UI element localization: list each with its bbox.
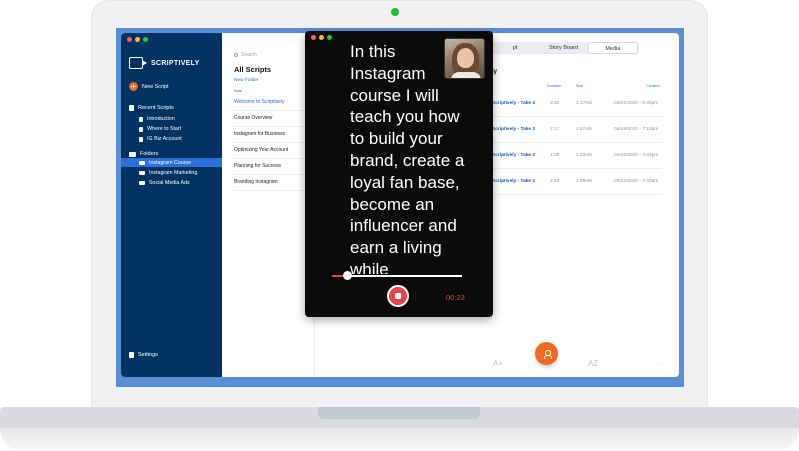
- scriptively-logo-icon: [129, 57, 147, 69]
- teleprompter-window-controls: [311, 35, 332, 40]
- recent-scripts-label: Recent Scripts: [138, 105, 174, 111]
- folder-icon: [129, 151, 136, 157]
- media-name: Scriptively - Take 3: [492, 127, 536, 132]
- recent-item-where-to-start[interactable]: Where to Start: [139, 126, 181, 132]
- media-name: Scriptively - Take 4: [492, 101, 536, 106]
- laptop-notch: [318, 407, 480, 419]
- folder-icon: [139, 171, 145, 175]
- media-size: 1.03mb: [576, 153, 592, 158]
- media-duration: 2:43: [550, 179, 560, 184]
- media-size: 1.89mb: [576, 179, 592, 184]
- recent-item-ig-biz-account[interactable]: IG Biz Account: [139, 136, 182, 142]
- new-folder-link[interactable]: New Folder: [234, 78, 259, 83]
- view-tabs: pt Story Board Media: [491, 42, 638, 54]
- media-created: 04/19/2020 - 7:12pm: [614, 127, 659, 132]
- folder-item-instagram-course[interactable]: Instagram Course: [139, 160, 191, 166]
- media-name: Scriptively - Take 1: [492, 179, 536, 184]
- document-icon: [139, 126, 143, 132]
- folder-item-label: Instagram Marketing: [149, 170, 198, 176]
- script-item[interactable]: Instagram for Business: [234, 127, 315, 143]
- column-header-size[interactable]: Size: [576, 84, 583, 88]
- media-row[interactable]: Scriptively - Take 1 2:43 1.89mb 04/12/2…: [489, 169, 662, 195]
- minimize-window-button[interactable]: [319, 35, 324, 40]
- media-row[interactable]: Scriptively - Take 4 3:31 2.17mb 04/21/2…: [489, 91, 662, 117]
- document-icon: [139, 136, 143, 142]
- recent-item-label: Where to Start: [147, 126, 182, 132]
- folder-item-label: Social Media Ads: [149, 180, 190, 186]
- scripts-panel: Search All Scripts New Folder Note Welco…: [222, 33, 315, 377]
- folders-header[interactable]: Folders: [129, 151, 158, 157]
- close-window-button[interactable]: [127, 37, 132, 42]
- media-created: 04/21/2020 - 9:36pm: [614, 101, 659, 106]
- brand-name: SCRIPTIVELY: [151, 59, 200, 67]
- script-item[interactable]: Optimizing Your Account: [234, 143, 315, 159]
- minimize-window-button[interactable]: [135, 37, 140, 42]
- media-duration: 1:35: [550, 153, 560, 158]
- settings-icon: [129, 352, 134, 358]
- search-placeholder: Search: [241, 52, 257, 58]
- plus-icon: +: [129, 82, 138, 91]
- settings-button[interactable]: Settings: [129, 352, 158, 358]
- teleprompter-text: In this Instagram course I will teach yo…: [350, 42, 465, 274]
- sidebar: SCRIPTIVELY + New Script Recent Scripts …: [121, 33, 222, 377]
- font-size-button[interactable]: A+: [493, 359, 503, 368]
- script-item[interactable]: Welcome to Scriptively: [234, 95, 315, 111]
- search-input[interactable]: Search: [234, 52, 257, 58]
- recent-item-introduction[interactable]: Introduction: [139, 116, 175, 122]
- document-icon: [139, 116, 143, 122]
- stop-icon: [395, 293, 401, 299]
- folder-item-label: Instagram Course: [149, 160, 192, 166]
- note-label: Note: [234, 89, 243, 93]
- folder-icon: [139, 161, 145, 165]
- stop-recording-button[interactable]: [387, 285, 409, 307]
- media-size: 2.17mb: [576, 101, 592, 106]
- tab-story-board[interactable]: Story Board: [539, 42, 587, 54]
- script-item[interactable]: Branding Instagram: [234, 175, 315, 191]
- record-fab-button[interactable]: [535, 342, 558, 365]
- scrub-handle[interactable]: [343, 271, 353, 280]
- maximize-window-button[interactable]: [143, 37, 148, 42]
- sort-button[interactable]: AZ: [588, 359, 598, 368]
- person-icon: [543, 349, 552, 359]
- media-size: 1.87mb: [576, 127, 592, 132]
- tab-script[interactable]: pt: [491, 42, 539, 54]
- media-name: Scriptively - Take 2: [492, 153, 536, 158]
- media-row[interactable]: Scriptively - Take 3 2:17 1.87mb 04/19/2…: [489, 117, 662, 143]
- script-item[interactable]: Planning for Success: [234, 159, 315, 175]
- new-script-label: New Script: [142, 83, 169, 90]
- brand: SCRIPTIVELY: [129, 57, 200, 69]
- search-icon: [234, 53, 238, 57]
- recent-item-label: IG Biz Account: [147, 136, 182, 142]
- media-created: 04/15/2020 - 4:34pm: [614, 153, 659, 158]
- webcam-indicator: [391, 8, 399, 16]
- media-created: 04/12/2020 - 7:42am: [614, 179, 659, 184]
- laptop-base-bottom: [0, 428, 799, 451]
- media-duration: 2:17: [550, 127, 560, 132]
- close-window-button[interactable]: [311, 35, 316, 40]
- folder-item-instagram-marketing[interactable]: Instagram Marketing: [139, 170, 197, 176]
- recording-timer: 00:23: [446, 293, 465, 302]
- column-header-duration[interactable]: Duration: [547, 84, 561, 88]
- recent-item-label: Introduction: [147, 116, 175, 122]
- document-icon: [129, 105, 134, 111]
- folder-item-social-media-ads[interactable]: Social Media Ads: [139, 180, 190, 186]
- window-controls: [127, 37, 148, 42]
- recent-scripts-header[interactable]: Recent Scripts: [129, 105, 174, 111]
- script-item[interactable]: Course Overview: [234, 111, 315, 127]
- more-button[interactable]: ···: [652, 359, 663, 368]
- teleprompter-window: In this Instagram course I will teach yo…: [305, 31, 493, 317]
- settings-label: Settings: [138, 352, 158, 358]
- column-header-created[interactable]: Created: [646, 84, 660, 88]
- media-duration: 3:31: [550, 101, 560, 106]
- maximize-window-button[interactable]: [327, 35, 332, 40]
- new-script-button[interactable]: + New Script: [129, 82, 169, 91]
- folders-label: Folders: [140, 151, 159, 157]
- page-title: All Scripts: [234, 65, 272, 74]
- folder-icon: [139, 181, 145, 185]
- media-row[interactable]: Scriptively - Take 2 1:35 1.03mb 04/15/2…: [489, 143, 662, 169]
- tab-media[interactable]: Media: [587, 42, 638, 54]
